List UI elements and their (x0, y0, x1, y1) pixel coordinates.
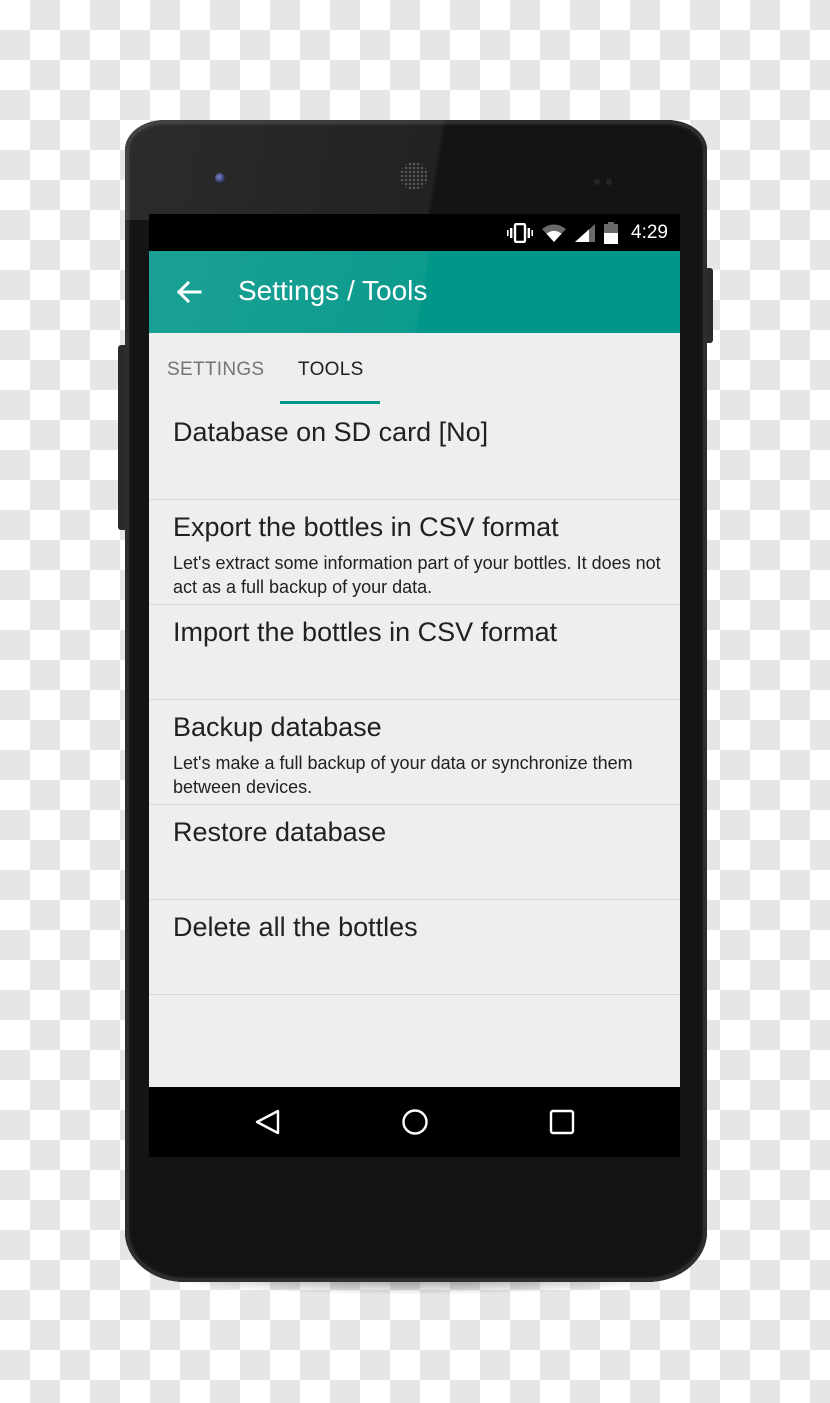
recents-square-icon[interactable] (547, 1107, 577, 1137)
phone-screen: 4:29 Settings / Tools SETTINGS TOOLS Dat… (149, 214, 680, 1157)
tools-list: Database on SD card [No] Export the bott… (149, 405, 680, 995)
list-item-delete-bottles[interactable]: Delete all the bottles (149, 900, 680, 995)
item-title: Delete all the bottles (173, 912, 418, 942)
item-title: Export the bottles in CSV format (173, 512, 559, 542)
tab-bar: SETTINGS TOOLS (149, 333, 680, 405)
phone-gloss (125, 120, 505, 220)
item-title: Import the bottles in CSV format (173, 617, 558, 647)
item-subtitle: Let's extract some information part of y… (173, 553, 661, 597)
item-title: Backup database (173, 712, 382, 742)
item-title: Database on SD card [No] (173, 417, 489, 447)
page-title: Settings / Tools (238, 275, 428, 306)
app-bar: Settings / Tools (149, 251, 680, 333)
list-item-restore-database[interactable]: Restore database (149, 805, 680, 900)
list-item-import-csv[interactable]: Import the bottles in CSV format (149, 605, 680, 700)
list-item-export-csv[interactable]: Export the bottles in CSV format Let's e… (149, 500, 680, 605)
signal-icon (575, 223, 596, 242)
item-title: Restore database (173, 817, 387, 847)
wifi-icon (542, 224, 567, 242)
front-camera-icon (215, 173, 225, 183)
battery-icon (604, 221, 619, 244)
tab-tools[interactable]: TOOLS (298, 359, 364, 381)
navigation-bar (149, 1087, 680, 1157)
earpiece-speaker-icon (400, 162, 428, 190)
proximity-sensors (594, 172, 624, 185)
item-subtitle: Let's make a full backup of your data or… (173, 753, 633, 797)
list-item-database-sd[interactable]: Database on SD card [No] (149, 405, 680, 500)
list-item-backup-database[interactable]: Backup database Let's make a full backup… (149, 700, 680, 805)
status-time: 4:29 (631, 221, 668, 243)
status-bar: 4:29 (149, 214, 680, 251)
home-circle-icon[interactable] (400, 1107, 430, 1137)
vibrate-icon (507, 222, 534, 243)
arrow-left-icon[interactable] (173, 276, 205, 308)
back-triangle-icon[interactable] (253, 1107, 283, 1137)
tab-indicator (280, 401, 380, 404)
tab-settings[interactable]: SETTINGS (167, 359, 264, 381)
